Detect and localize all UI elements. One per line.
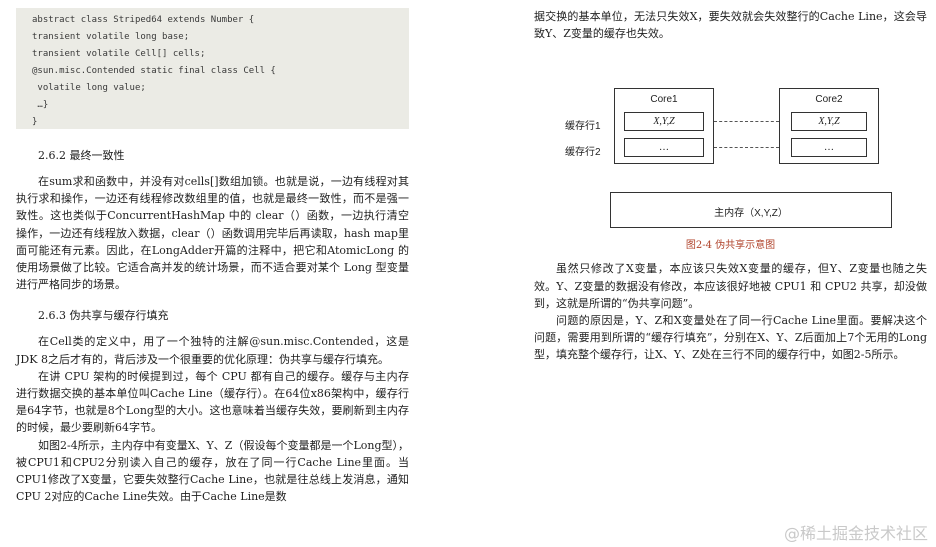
code-line: transient volatile Cell[] cells; — [32, 49, 206, 59]
code-line: @sun.misc.Contended static final class C… — [32, 66, 276, 76]
false-sharing-diagram: Core1 X,Y,Z … Core2 X,Y,Z … 缓存行1 缓存行2 主内… — [534, 42, 927, 229]
code-line: …} — [32, 100, 49, 110]
paragraph: 据交换的基本单位，无法只失效X，要失效就会失效整行的Cache Line，这会导… — [534, 10, 927, 41]
core1-cache-line-1: X,Y,Z — [624, 112, 704, 132]
paragraph: 虽然只修改了X变量，本应该只失效X变量的缓存，但Y、Z变量也随之失效。Y、Z变量… — [534, 262, 927, 310]
core1-cache-line-2: … — [624, 138, 704, 158]
paragraph: 问题的原因是，Y、Z和X变量处在了同一行Cache Line里面。要解决这个问题… — [534, 314, 927, 362]
cache-line-1-connector — [714, 121, 779, 123]
core2-cache-line-1: X,Y,Z — [791, 112, 867, 132]
cache-line-2-label: 缓存行2 — [565, 147, 601, 159]
left-column: abstract class Striped64 extends Number … — [16, 8, 409, 505]
section-title-2-6-2: 2.6.2 最终一致性 — [38, 149, 125, 162]
paragraph: 在Cell类的定义中，用了一个独特的注解@sun.misc.Contended，… — [16, 335, 409, 366]
watermark: @稀土掘金技术社区 — [783, 524, 928, 543]
code-block: abstract class Striped64 extends Number … — [16, 8, 409, 129]
cache-line-2-connector — [714, 147, 779, 149]
paragraph: 如图2-4所示，主内存中有变量X、Y、Z（假设每个变量都是一个Long型），被C… — [16, 438, 410, 504]
figure-caption: 图2-4 伪共享示意图 — [685, 240, 776, 252]
core2-label: Core2 — [815, 94, 843, 106]
code-line: volatile long value; — [32, 83, 146, 93]
main-memory-label: 主内存（X,Y,Z） — [714, 208, 788, 220]
core1-label: Core1 — [650, 94, 678, 106]
core2-cache-line-2: … — [791, 138, 867, 158]
section-title-2-6-3: 2.6.3 伪共享与缓存行填充 — [38, 309, 169, 323]
paragraph: 在sum求和函数中，并没有对cells[]数组加锁。也就是说，一边有线程对其执行… — [16, 175, 409, 292]
paragraph: 在讲 CPU 架构的时候提到过，每个 CPU 都有自己的缓存。缓存与主内存进行数… — [16, 369, 409, 435]
code-line: transient volatile long base; — [32, 32, 190, 42]
right-column: 据交换的基本单位，无法只失效X，要失效就会失效整行的Cache Line，这会导… — [534, 8, 927, 364]
cache-line-1-label: 缓存行1 — [565, 121, 601, 133]
code-line: abstract class Striped64 extends Number … — [32, 15, 255, 25]
